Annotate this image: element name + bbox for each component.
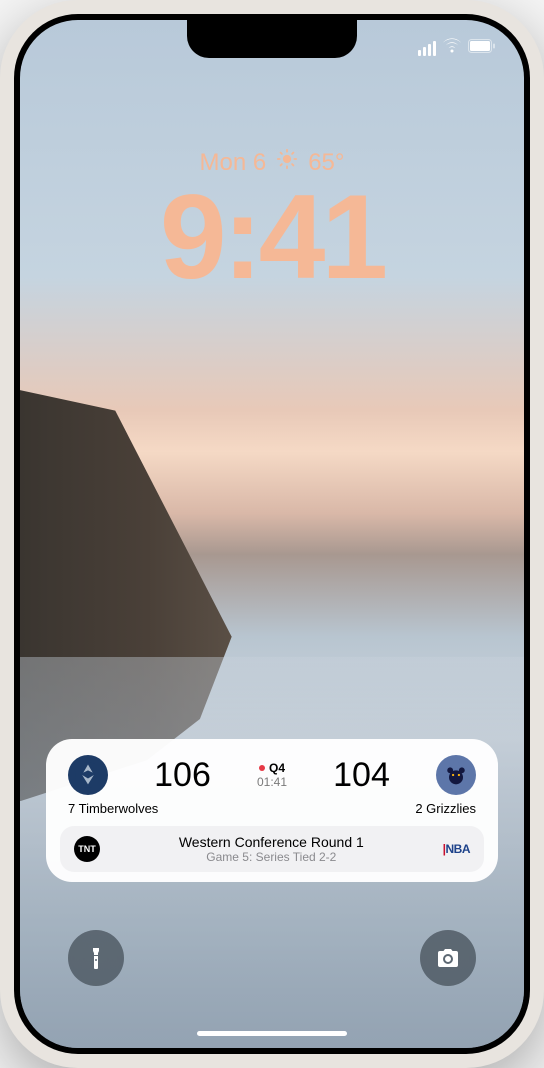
team2-name: 2 Grizzlies	[415, 801, 476, 816]
team1-name: 7 Timberwolves	[68, 801, 158, 816]
status-bar	[418, 38, 496, 59]
quarter-label: Q4	[259, 761, 285, 775]
wifi-icon	[442, 38, 462, 59]
network-badge: TNT	[74, 836, 100, 862]
device-frame: Mon 6 65° 9:41 106	[0, 0, 544, 1068]
team-names-row: 7 Timberwolves 2 Grizzlies	[64, 795, 480, 826]
home-indicator[interactable]	[197, 1031, 347, 1036]
datetime-area: Mon 6 65° 9:41	[20, 148, 524, 297]
team2-score: 104	[333, 756, 390, 795]
battery-icon	[468, 39, 496, 58]
quarter-text: Q4	[269, 761, 285, 775]
score-row: 106 Q4 01:41 104	[64, 755, 480, 795]
device-bezel: Mon 6 65° 9:41 106	[14, 14, 530, 1054]
camera-icon	[436, 946, 460, 970]
series-row: TNT Western Conference Round 1 Game 5: S…	[60, 826, 484, 872]
flashlight-button[interactable]	[68, 930, 124, 986]
team1-score: 106	[154, 756, 211, 795]
nba-league-icon: |NBA	[443, 842, 470, 856]
timberwolves-logo-icon	[68, 755, 108, 795]
series-subtitle: Game 5: Series Tied 2-2	[100, 850, 443, 864]
grizzlies-logo-icon	[436, 755, 476, 795]
quick-actions	[20, 930, 524, 986]
game-status: Q4 01:41	[257, 761, 287, 789]
lock-screen[interactable]: Mon 6 65° 9:41 106	[20, 20, 524, 1048]
camera-button[interactable]	[420, 930, 476, 986]
sports-widget[interactable]: 106 Q4 01:41 104 7 Timberwolves	[46, 739, 498, 882]
notch	[187, 20, 357, 58]
flashlight-icon	[84, 946, 108, 970]
live-indicator-icon	[259, 765, 265, 771]
series-title: Western Conference Round 1	[100, 834, 443, 850]
clock: 9:41	[20, 177, 524, 297]
cellular-signal-icon	[418, 41, 436, 56]
series-text: Western Conference Round 1 Game 5: Serie…	[100, 834, 443, 864]
game-clock: 01:41	[257, 775, 287, 789]
